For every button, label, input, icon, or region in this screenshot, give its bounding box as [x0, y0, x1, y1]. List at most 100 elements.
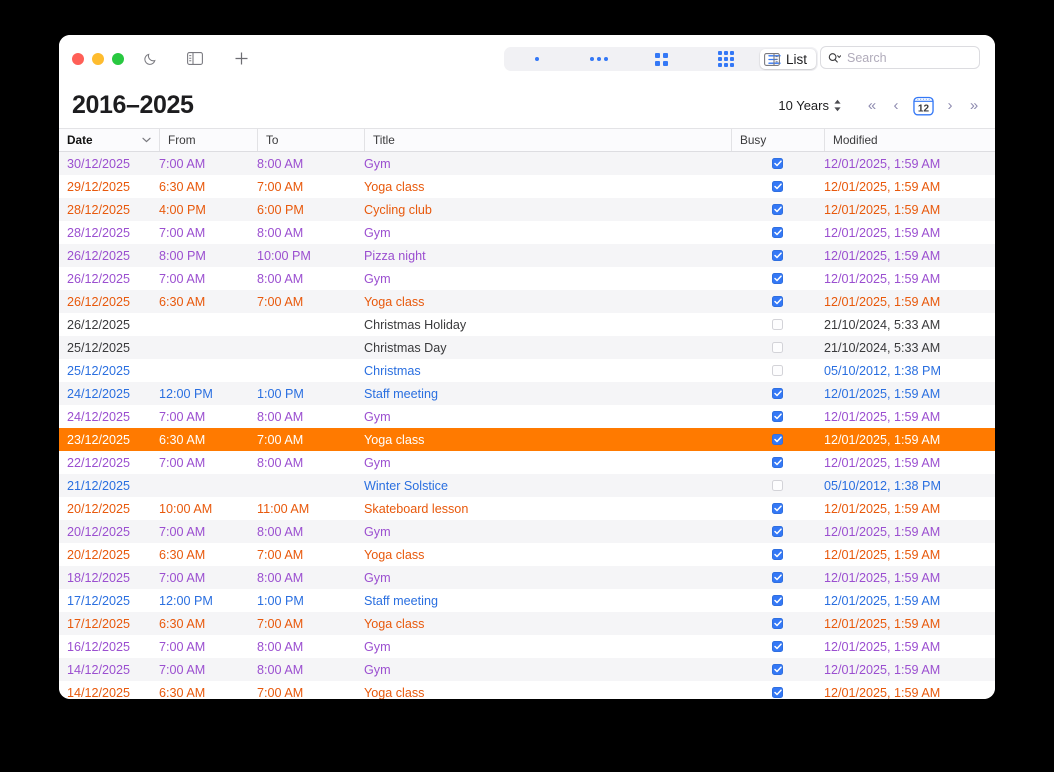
table-row[interactable]: 22/12/20257:00 AM8:00 AMGym12/01/2025, 1… [59, 451, 995, 474]
cell-busy[interactable] [731, 382, 811, 405]
cell-busy[interactable] [731, 566, 811, 589]
busy-checkbox[interactable] [772, 250, 783, 261]
event-list[interactable]: 30/12/20257:00 AM8:00 AMGym12/01/2025, 1… [59, 152, 995, 699]
column-header-to[interactable]: To [257, 129, 364, 151]
add-event-button[interactable] [228, 47, 254, 71]
table-row[interactable]: 21/12/2025Winter Solstice05/10/2012, 1:3… [59, 474, 995, 497]
column-header-title[interactable]: Title [364, 129, 731, 151]
today-calendar-button[interactable]: 12 [910, 93, 936, 117]
cell-busy[interactable] [731, 175, 811, 198]
table-row[interactable]: 26/12/20256:30 AM7:00 AMYoga class12/01/… [59, 290, 995, 313]
busy-checkbox[interactable] [772, 457, 783, 468]
table-row[interactable]: 14/12/20256:30 AM7:00 AMYoga class12/01/… [59, 681, 995, 699]
table-row[interactable]: 20/12/20256:30 AM7:00 AMYoga class12/01/… [59, 543, 995, 566]
sidebar-toggle-icon[interactable] [182, 47, 208, 71]
table-row[interactable]: 29/12/20256:30 AM7:00 AMYoga class12/01/… [59, 175, 995, 198]
zoom-button[interactable] [112, 53, 124, 65]
cell-busy[interactable] [731, 405, 811, 428]
table-row[interactable]: 20/12/20257:00 AM8:00 AMGym12/01/2025, 1… [59, 520, 995, 543]
search-input[interactable]: Search [820, 46, 980, 69]
busy-checkbox[interactable] [772, 618, 783, 629]
table-row[interactable]: 17/12/202512:00 PM1:00 PMStaff meeting12… [59, 589, 995, 612]
cell-busy[interactable] [731, 221, 811, 244]
busy-checkbox[interactable] [772, 227, 783, 238]
cell-busy[interactable] [731, 612, 811, 635]
table-row[interactable]: 28/12/20254:00 PM6:00 PMCycling club12/0… [59, 198, 995, 221]
table-row[interactable]: 26/12/20257:00 AM8:00 AMGym12/01/2025, 1… [59, 267, 995, 290]
busy-checkbox[interactable] [772, 365, 783, 376]
table-row[interactable]: 14/12/20257:00 AM8:00 AMGym12/01/2025, 1… [59, 658, 995, 681]
cell-busy[interactable] [731, 681, 811, 699]
table-row[interactable]: 25/12/2025Christmas Day21/10/2024, 5:33 … [59, 336, 995, 359]
cell-busy[interactable] [731, 520, 811, 543]
table-row[interactable]: 17/12/20256:30 AM7:00 AMYoga class12/01/… [59, 612, 995, 635]
busy-checkbox[interactable] [772, 687, 783, 698]
table-row[interactable]: 24/12/202512:00 PM1:00 PMStaff meeting12… [59, 382, 995, 405]
cell-busy[interactable] [731, 451, 811, 474]
cell-busy[interactable] [731, 428, 811, 451]
table-row[interactable]: 30/12/20257:00 AM8:00 AMGym12/01/2025, 1… [59, 152, 995, 175]
first-page-button[interactable]: « [860, 93, 884, 117]
table-row[interactable]: 25/12/2025Christmas05/10/2012, 1:38 PM [59, 359, 995, 382]
cell-title: Gym [364, 520, 724, 543]
date-range-header: 2016–2025 10 Years « ‹ [59, 82, 995, 128]
cell-busy[interactable] [731, 497, 811, 520]
busy-checkbox[interactable] [772, 296, 783, 307]
busy-checkbox[interactable] [772, 595, 783, 606]
cell-busy[interactable] [731, 474, 811, 497]
cell-busy[interactable] [731, 658, 811, 681]
column-header-busy[interactable]: Busy [731, 129, 824, 151]
next-page-button[interactable]: › [938, 93, 962, 117]
table-row[interactable]: 18/12/20257:00 AM8:00 AMGym12/01/2025, 1… [59, 566, 995, 589]
table-row[interactable]: 20/12/202510:00 AM11:00 AMSkateboard les… [59, 497, 995, 520]
previous-page-button[interactable]: ‹ [884, 93, 908, 117]
table-row[interactable]: 23/12/20256:30 AM7:00 AMYoga class12/01/… [59, 428, 995, 451]
busy-checkbox[interactable] [772, 158, 783, 169]
close-button[interactable] [72, 53, 84, 65]
column-header-date[interactable]: Date [59, 129, 159, 151]
table-row[interactable]: 16/12/20257:00 AM8:00 AMGym12/01/2025, 1… [59, 635, 995, 658]
busy-checkbox[interactable] [772, 480, 783, 491]
busy-checkbox[interactable] [772, 273, 783, 284]
view-mode-day[interactable] [506, 49, 568, 69]
view-mode-month[interactable] [630, 49, 692, 69]
cell-busy[interactable] [731, 336, 811, 359]
busy-checkbox[interactable] [772, 549, 783, 560]
column-header-modified[interactable]: Modified [824, 129, 995, 151]
moon-icon[interactable] [137, 47, 163, 71]
table-row[interactable]: 26/12/20258:00 PM10:00 PMPizza night12/0… [59, 244, 995, 267]
busy-checkbox[interactable] [772, 181, 783, 192]
busy-checkbox[interactable] [772, 526, 783, 537]
table-row[interactable]: 28/12/20257:00 AM8:00 AMGym12/01/2025, 1… [59, 221, 995, 244]
cell-busy[interactable] [731, 589, 811, 612]
cell-busy[interactable] [731, 359, 811, 382]
cell-busy[interactable] [731, 244, 811, 267]
cell-busy[interactable] [731, 290, 811, 313]
inspector-toggle-icon[interactable] [759, 47, 785, 71]
busy-checkbox[interactable] [772, 319, 783, 330]
cell-busy[interactable] [731, 635, 811, 658]
cell-busy[interactable] [731, 267, 811, 290]
busy-checkbox[interactable] [772, 434, 783, 445]
cell-busy[interactable] [731, 543, 811, 566]
column-header-from[interactable]: From [159, 129, 257, 151]
view-mode-year[interactable] [692, 49, 760, 69]
busy-checkbox[interactable] [772, 503, 783, 514]
busy-checkbox[interactable] [772, 641, 783, 652]
cell-modified: 12/01/2025, 1:59 AM [824, 382, 994, 405]
busy-checkbox[interactable] [772, 664, 783, 675]
busy-checkbox[interactable] [772, 411, 783, 422]
busy-checkbox[interactable] [772, 342, 783, 353]
table-row[interactable]: 26/12/2025Christmas Holiday21/10/2024, 5… [59, 313, 995, 336]
last-page-button[interactable]: » [962, 93, 986, 117]
cell-busy[interactable] [731, 313, 811, 336]
cell-busy[interactable] [731, 152, 811, 175]
minimize-button[interactable] [92, 53, 104, 65]
table-row[interactable]: 24/12/20257:00 AM8:00 AMGym12/01/2025, 1… [59, 405, 995, 428]
range-stepper[interactable]: 10 Years [778, 98, 842, 113]
cell-busy[interactable] [731, 198, 811, 221]
busy-checkbox[interactable] [772, 388, 783, 399]
busy-checkbox[interactable] [772, 204, 783, 215]
busy-checkbox[interactable] [772, 572, 783, 583]
view-mode-week[interactable] [568, 49, 630, 69]
